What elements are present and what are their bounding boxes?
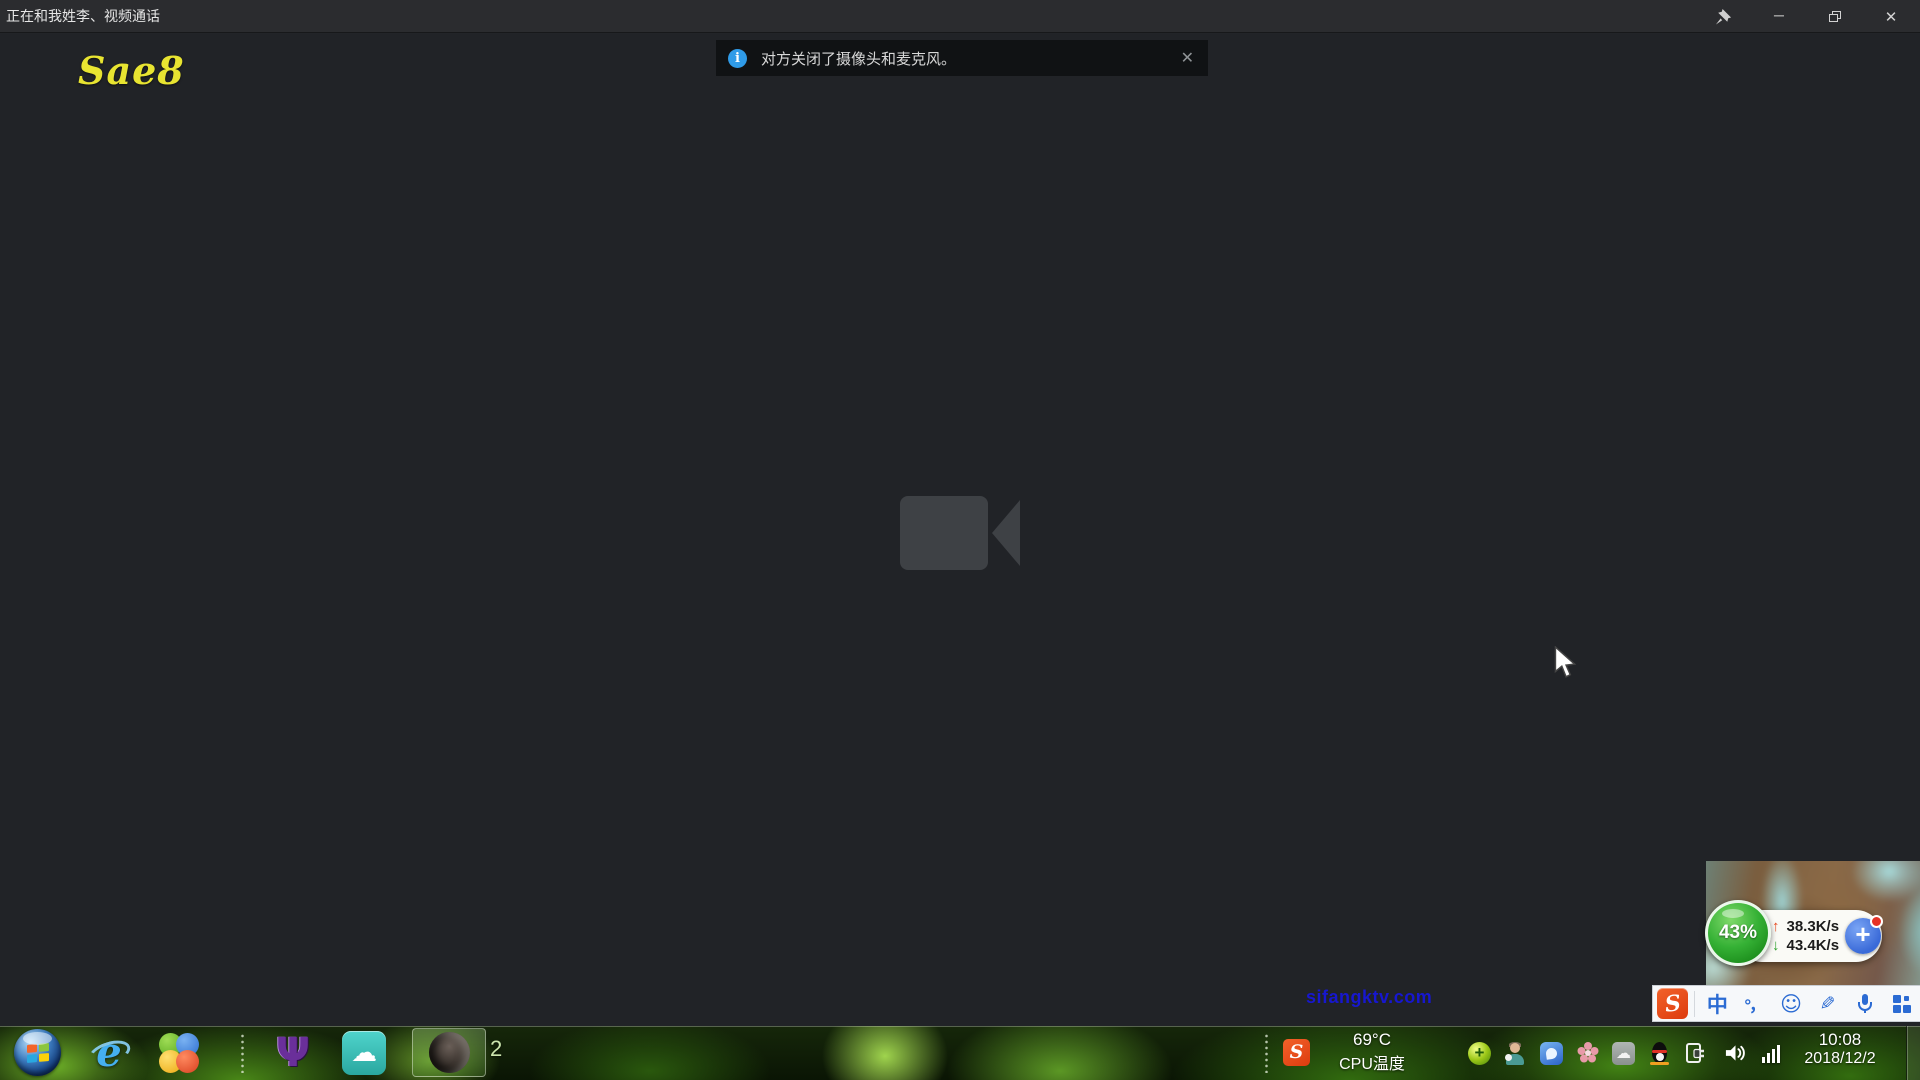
taskbar-item-video-app[interactable]: Ψ [270, 1028, 316, 1078]
restore-icon [1829, 11, 1841, 22]
camera-off-placeholder-icon [900, 492, 1020, 574]
notification-banner: i 对方关闭了摄像头和麦克风。 ✕ [716, 40, 1208, 76]
tray-volume-icon[interactable] [1724, 1042, 1747, 1065]
tray-device-plug-icon[interactable] [1684, 1042, 1707, 1065]
app-logo: Sae8 [78, 48, 185, 93]
window-controls: ─ ✕ [1708, 0, 1914, 33]
ime-voice-button[interactable] [1846, 986, 1883, 1021]
memory-percent: 43% [1719, 922, 1757, 944]
cloud-icon: ☁ [351, 1040, 377, 1066]
taskbar-item-active-call-window[interactable] [412, 1028, 486, 1077]
tray-assistant-icon[interactable] [1504, 1042, 1527, 1065]
cpu-temp-value: 69°C [1322, 1030, 1422, 1050]
tray-qq-icon[interactable] [1648, 1042, 1671, 1065]
memory-usage-ball[interactable]: 43% [1705, 900, 1771, 966]
taskbar-item-cloud-app[interactable]: ☁ [342, 1031, 386, 1075]
download-arrow-icon: ↓ [1772, 937, 1780, 954]
upload-arrow-icon: ↑ [1772, 918, 1780, 935]
mouse-cursor [1552, 646, 1578, 680]
ime-toolbox-button[interactable] [1883, 986, 1920, 1021]
notification-text: 对方关闭了摄像头和麦克风。 [761, 48, 1179, 69]
petal-red-icon [176, 1050, 199, 1073]
pin-icon[interactable] [1708, 5, 1738, 29]
tray-safety-ball-icon[interactable]: + [1468, 1042, 1491, 1065]
sogou-logo-icon[interactable]: S [1657, 988, 1688, 1019]
clock-time: 10:08 [1790, 1030, 1890, 1050]
taskbar: e Ψ ☁ 2 S 69°C CPU温度 + [0, 1026, 1920, 1080]
tray-messenger-icon[interactable] [1540, 1042, 1563, 1065]
window-title: 正在和我姓李、视频通话 [0, 6, 160, 26]
ime-emoji-button[interactable]: ☺ [1773, 986, 1810, 1021]
notification-dot [1870, 915, 1883, 928]
toolbox-grid-icon [1893, 995, 1911, 1013]
tray-sogou-icon[interactable]: S [1283, 1039, 1310, 1066]
show-desktop-button[interactable] [1906, 1026, 1920, 1080]
video-call-area: Sae8 i 对方关闭了摄像头和麦克风。 ✕ sifangktv.com ↑ 3… [0, 34, 1920, 1026]
window-titlebar: 正在和我姓李、视频通话 ─ ✕ [0, 0, 1920, 33]
banner-close-icon[interactable]: ✕ [1179, 48, 1196, 68]
taskbar-clock[interactable]: 10:08 2018/12/2 [1790, 1030, 1890, 1068]
tray-flower-icon[interactable] [1576, 1042, 1599, 1065]
taskbar-item-internet-explorer[interactable]: e [86, 1030, 132, 1076]
pushpin-glyph [1715, 8, 1732, 25]
cpu-temperature-widget[interactable]: 69°C CPU温度 [1322, 1030, 1422, 1074]
ime-punctuation-button[interactable]: °， [1736, 986, 1773, 1021]
microphone-icon [1856, 993, 1874, 1014]
info-icon: i [728, 49, 747, 68]
avatar [429, 1032, 470, 1073]
download-speed-value: 43.4K/s [1787, 937, 1840, 954]
ime-handwriting-button[interactable]: ✎ [1809, 986, 1846, 1021]
screen: 正在和我姓李、视频通话 ─ ✕ Sae8 i 对方关闭了摄像头和麦克风。 [0, 0, 1920, 1080]
minimize-button[interactable]: ─ [1764, 5, 1794, 29]
taskbar-separator [240, 1033, 245, 1073]
watermark-text: sifangktv.com [1306, 987, 1432, 1008]
taskbar-item-media-app[interactable] [158, 1032, 200, 1074]
tray-network-signal-icon[interactable] [1762, 1043, 1780, 1063]
window-count-badge: 2 [490, 1036, 502, 1062]
close-button[interactable]: ✕ [1876, 5, 1906, 29]
upload-speed-value: 38.3K/s [1787, 918, 1840, 935]
windows-flag-icon [26, 1042, 50, 1064]
ime-toolbar: S 中 °， ☺ ✎ [1652, 985, 1920, 1022]
cpu-temp-label: CPU温度 [1322, 1050, 1422, 1074]
system-tray: + ☁ [1468, 1026, 1780, 1080]
ime-separator [1694, 991, 1695, 1017]
tray-cloud-icon[interactable]: ☁ [1612, 1042, 1635, 1065]
tray-separator [1264, 1033, 1269, 1073]
start-button[interactable] [14, 1029, 61, 1076]
ime-chinese-mode-button[interactable]: 中 [1699, 986, 1736, 1021]
accelerate-plus-button[interactable]: + [1845, 918, 1881, 954]
maximize-restore-button[interactable] [1820, 5, 1850, 29]
clock-date: 2018/12/2 [1790, 1050, 1890, 1068]
